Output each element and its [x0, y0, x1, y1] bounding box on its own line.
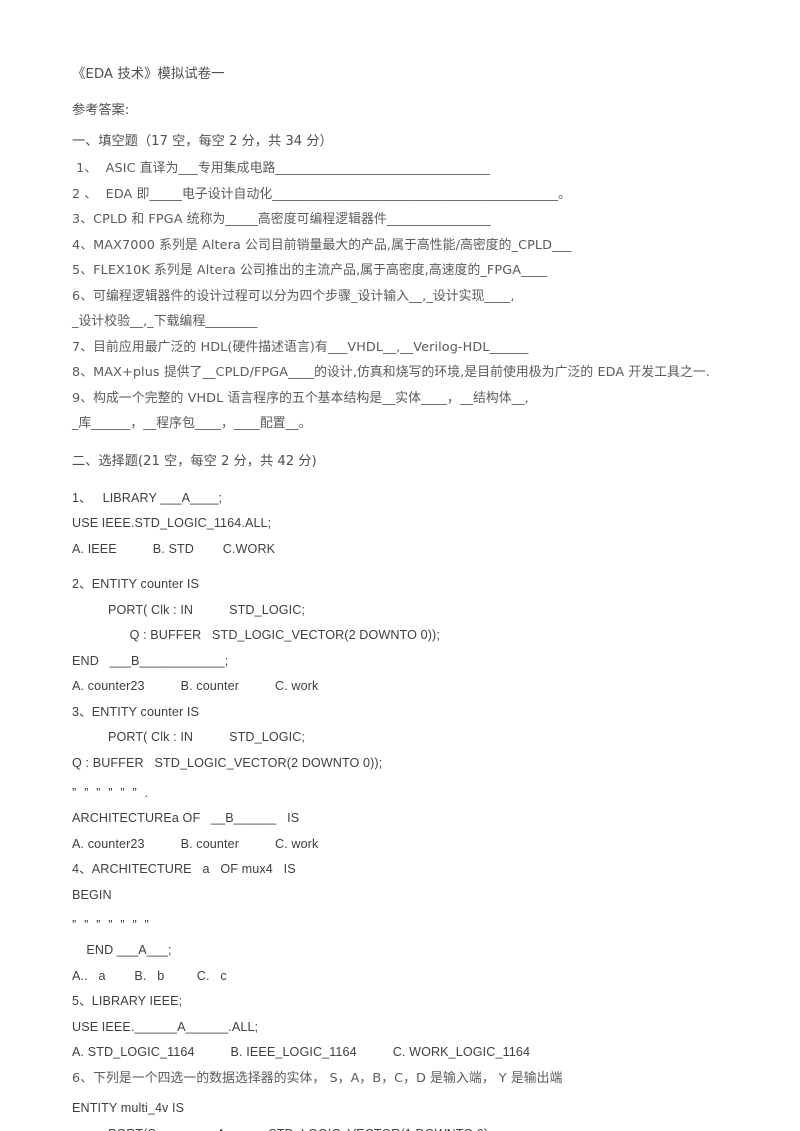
q4-options: A.. a B. b C. c [72, 968, 227, 983]
choice-question-1: 1、 LIBRARY ___A____; USE IEEE.STD_LOGIC_… [72, 486, 772, 563]
q2-line-1: 2、ENTITY counter IS [72, 577, 199, 591]
fill-item-1: 1、 ASIC 直译为___专用集成电路____________________… [72, 161, 490, 176]
q6-prompt: 6、下列是一个四选一的数据选择器的实体， S，A，B，C，D 是输入端， Y 是… [72, 1070, 563, 1086]
q3-architecture-line: ARCHITECTUREa OF __B______ IS [72, 811, 300, 825]
fill-item-8: 8、MAX+plus 提供了__CPLD/FPGA____的设计,仿真和烧写的环… [72, 365, 710, 380]
q2-line-2: PORT( Clk : IN STD_LOGIC; [72, 602, 305, 617]
q5-options: A. STD_LOGIC_1164 B. IEEE_LOGIC_1164 C. … [72, 1045, 531, 1059]
choice-question-5: 5、LIBRARY IEEE; USE IEEE.______A______.A… [72, 989, 772, 1066]
fill-item-5: 5、FLEX10K 系列是 Altera 公司推出的主流产品,属于高密度,高速度… [72, 263, 548, 278]
q1-line-1: 1、 LIBRARY ___A____; [72, 490, 223, 505]
choice-question-3: 3、ENTITY counter IS PORT( Clk : IN STD_L… [72, 700, 772, 858]
fill-item-3: 3、CPLD 和 FPGA 统称为_____高密度可编程逻辑器件________… [72, 212, 491, 227]
fill-item-2: 2 、 EDA 即_____电子设计自动化___________________… [72, 186, 572, 202]
q2-options: A. counter23 B. counter C. work [72, 679, 319, 693]
document-body: 《EDA 技术》模拟试卷一 参考答案: 一、填空题（17 空，每空 2 分，共 … [72, 60, 772, 1131]
q4-quote-row: ” ” ” ” ” ” ” [72, 918, 151, 932]
document-page: 《EDA 技术》模拟试卷一 参考答案: 一、填空题（17 空，每空 2 分，共 … [0, 0, 800, 1131]
spacer-before-choice-section [72, 437, 772, 447]
fill-item-6: 6、可编程逻辑器件的设计过程可以分为四个步骤_设计输入__,_设计实现____, [72, 288, 515, 304]
choice-question-6: 6、下列是一个四选一的数据选择器的实体， S，A，B，C，D 是输入端， Y 是… [72, 1066, 772, 1131]
q3-line-3: Q : BUFFER STD_LOGIC_VECTOR(2 DOWNTO 0))… [72, 755, 383, 770]
q1-line-2: USE IEEE.STD_LOGIC_1164.ALL; [72, 516, 272, 530]
fill-item-9-cont: _库______，__程序包____，____配置__。 [72, 416, 312, 431]
section-choice-heading: 二、选择题(21 空，每空 2 分，共 42 分) [72, 453, 317, 469]
fill-item-4: 4、MAX7000 系列是 Altera 公司目前销量最大的产品,属于高性能/高… [72, 237, 572, 253]
document-title: 《EDA 技术》模拟试卷一 [72, 67, 225, 82]
q3-quote-row: ” ” ” ” ” ” . [72, 786, 151, 800]
q4-end-line: END ___A___; [72, 943, 172, 957]
q4-line-2: BEGIN [72, 887, 112, 902]
q3-line-1: 3、ENTITY counter IS [72, 704, 199, 719]
q2-line-4: END ___B____________; [72, 653, 229, 668]
choice-question-4: 4、ARCHITECTURE a OF mux4 IS BEGIN ” ” ” … [72, 857, 772, 989]
q1-options: A. IEEE B. STD C.WORK [72, 541, 276, 556]
answer-key-label: 参考答案: [72, 103, 130, 118]
q6-line-2: PORT(S :__A____ STD_LOGIC_VECTOR(1 DOWNT… [72, 1122, 772, 1131]
section-fill-in-blank-heading: 一、填空题（17 空，每空 2 分，共 34 分） [72, 134, 333, 149]
q5-line-2: USE IEEE.______A______.ALL; [72, 1019, 259, 1034]
q6-line-1: ENTITY multi_4v IS [72, 1101, 185, 1115]
spacer-q1 [72, 476, 772, 486]
choice-question-2: 2、ENTITY counter IS PORT( Clk : IN STD_L… [72, 572, 772, 700]
q4-line-1: 4、ARCHITECTURE a OF mux4 IS [72, 862, 296, 876]
fill-item-9: 9、构成一个完整的 VHDL 语言程序的五个基本结构是__实体____，__结构… [72, 390, 529, 406]
fill-item-6-cont: _设计校验__,_下载编程________ [72, 314, 258, 329]
q5-line-1: 5、LIBRARY IEEE; [72, 994, 183, 1008]
fill-item-7: 7、目前应用最广泛的 HDL(硬件描述语言)有___VHDL__,__Veril… [72, 339, 529, 355]
q3-options: A. counter23 B. counter C. work [72, 836, 319, 851]
spacer-q2 [72, 562, 772, 572]
fill-in-blank-list: 1、 ASIC 直译为___专用集成电路____________________… [72, 156, 772, 437]
q2-line-3: Q : BUFFER STD_LOGIC_VECTOR(2 DOWNTO 0))… [72, 628, 440, 642]
q3-line-2: PORT( Clk : IN STD_LOGIC; [72, 730, 305, 744]
